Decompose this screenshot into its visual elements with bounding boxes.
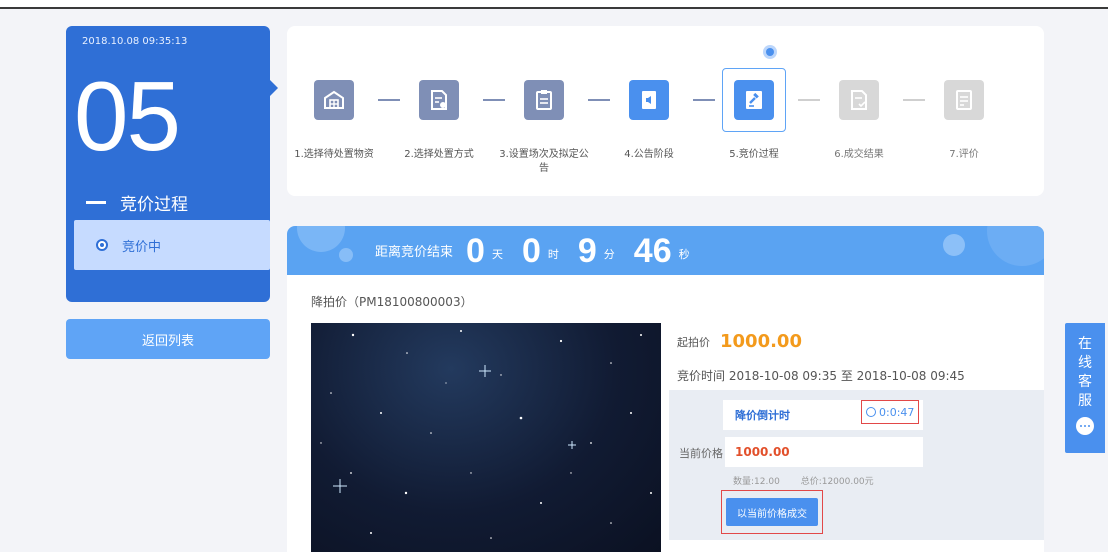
countdown-seconds: 46 [633, 232, 672, 270]
auction-time: 竞价时间 2018-10-08 09:35 至 2018-10-08 09:45 [677, 367, 965, 384]
dash-icon [86, 201, 106, 204]
bid-panel: 降价倒计时 0:0:47 当前价格 1000.00 数量:12.00 总价:12… [669, 390, 1044, 540]
auction-time-sep: 至 [840, 369, 853, 383]
auction-time-start: 2018-10-08 09:35 [728, 369, 837, 383]
countdown-lead: 距离竞价结束 [375, 245, 454, 260]
countdown-seconds-unit: 秒 [678, 248, 690, 261]
start-price-row: 起拍价 1000.00 [677, 331, 802, 352]
lot-image [311, 323, 661, 552]
step-label: 2.选择处置方式 [404, 149, 474, 160]
stage-number: 05 [74, 61, 181, 171]
decor-bubble [297, 226, 345, 252]
countdown-days-unit: 天 [491, 248, 503, 261]
starfield-image [320, 330, 652, 539]
service-char: 服 [1078, 393, 1092, 409]
service-char: 客 [1078, 374, 1092, 390]
service-char: 在 [1078, 336, 1092, 352]
step-label: 4.公告阶段 [624, 149, 674, 160]
countdown-row: 距离竞价结束 0 天 0 时 9 分 46 秒 [375, 234, 706, 268]
service-char: 线 [1078, 355, 1092, 371]
radio-dot-icon [96, 239, 108, 251]
process-steps: 1.选择待处置物资 2.选择处置方式 3.设置场次及拟定公告 4.公告阶段 5.… [287, 26, 1044, 196]
step-7[interactable]: 7.评价 [919, 68, 1009, 162]
stage-card: 2018.10.08 09:35:13 05 竞价过程 竞价中 [66, 26, 278, 302]
step-label: 3.设置场次及拟定公告 [499, 149, 589, 174]
stage-status-item[interactable]: 竞价中 [74, 220, 270, 270]
stage-status-text: 竞价中 [122, 239, 162, 255]
decor-bubble [943, 234, 965, 256]
countdown-banner: 距离竞价结束 0 天 0 时 9 分 46 秒 [287, 226, 1044, 275]
total-text: 总价:12000.00元 [800, 477, 874, 487]
step-5[interactable]: 5.竞价过程 [709, 68, 799, 162]
countdown-days: 0 [466, 232, 485, 270]
current-price-label: 当前价格 [679, 447, 723, 460]
decor-bubble [339, 248, 353, 262]
drop-countdown-value: 0:0:47 [861, 400, 920, 424]
step-label: 1.选择待处置物资 [294, 149, 374, 160]
top-bar [0, 0, 1108, 9]
quantity-text: 数量:12.00 [733, 477, 780, 487]
step-4[interactable]: 4.公告阶段 [604, 68, 694, 162]
clock-icon [866, 407, 876, 417]
countdown-hours: 0 [521, 232, 541, 270]
chat-bubble-icon [1076, 417, 1094, 435]
auction-time-end: 2018-10-08 09:45 [856, 369, 965, 383]
step-1[interactable]: 1.选择待处置物资 [289, 68, 379, 162]
step-6[interactable]: 6.成交结果 [814, 68, 904, 162]
auction-time-label: 竞价时间 [677, 369, 726, 383]
current-price-value: 1000.00 [735, 445, 790, 459]
step-2[interactable]: 2.选择处置方式 [394, 68, 484, 162]
back-to-list-button[interactable]: 返回列表 [66, 319, 270, 359]
document-check-icon [839, 80, 879, 120]
clipboard-icon [524, 80, 564, 120]
current-datetime: 2018.10.08 09:35:13 [82, 36, 188, 47]
current-price-box: 1000.00 [725, 437, 923, 467]
announcement-icon [629, 80, 669, 120]
auction-card: 距离竞价结束 0 天 0 时 9 分 46 秒 降拍价（PM1810080000… [287, 226, 1044, 552]
start-price-label: 起拍价 [677, 335, 710, 349]
step-label: 5.竞价过程 [729, 149, 779, 160]
quantity-total: 数量:12.00 总价:12000.00元 [733, 474, 892, 487]
countdown-minutes-unit: 分 [603, 248, 615, 261]
countdown-minutes: 9 [577, 232, 597, 270]
step-label: 6.成交结果 [834, 149, 884, 160]
drop-countdown-label: 降价倒计时 [735, 409, 790, 422]
step-label: 7.评价 [949, 149, 979, 160]
stage-title-text: 竞价过程 [120, 195, 188, 215]
stage-card-pointer [270, 80, 278, 96]
deal-button-highlight: 以当前价格成交 [721, 490, 823, 534]
deal-at-current-price-button[interactable]: 以当前价格成交 [726, 498, 818, 526]
warehouse-icon [314, 80, 354, 120]
step-3[interactable]: 3.设置场次及拟定公告 [499, 68, 589, 176]
lot-id: 降拍价（PM18100800003） [311, 295, 473, 309]
countdown-hours-unit: 时 [547, 248, 559, 261]
document-setting-icon [419, 80, 459, 120]
current-step-marker [763, 45, 777, 59]
stage-title: 竞价过程 [86, 190, 188, 215]
drop-countdown-text: 0:0:47 [879, 405, 915, 419]
start-price-value: 1000.00 [720, 331, 802, 352]
evaluation-icon [944, 80, 984, 120]
gavel-icon [734, 80, 774, 120]
online-service-button[interactable]: 在 线 客 服 [1065, 323, 1105, 453]
decor-bubble [987, 226, 1044, 266]
